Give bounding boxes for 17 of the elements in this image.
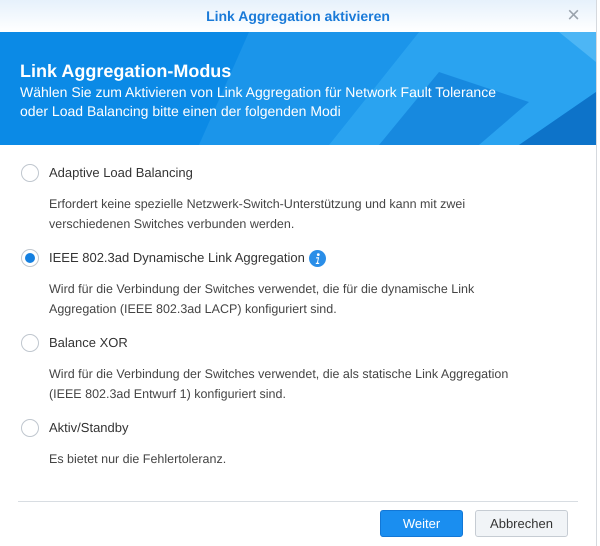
header-subtitle: Wählen Sie zum Aktivieren von Link Aggregation für Network Fault Tolerance oder Load Balancing bitte einen der folgenden Modi bbox=[20, 83, 497, 121]
option-label[interactable]: Aktiv/Standby bbox=[49, 418, 128, 438]
option-label[interactable]: Balance XOR bbox=[49, 333, 128, 353]
option-description: Es bietet nur die Fehlertoleranz. bbox=[49, 451, 228, 468]
radio-button[interactable] bbox=[21, 249, 39, 267]
radio-button[interactable] bbox=[21, 334, 39, 352]
info-icon[interactable] bbox=[308, 250, 326, 266]
radio-button[interactable] bbox=[21, 164, 39, 182]
option-description: Wird für die Verbindung der Switches verwendet, die für die dynamische Link Aggregation (IEEE 802.3ad LACP) konfiguriert sind. bbox=[49, 281, 476, 318]
header-title: Link Aggregation-Modus bbox=[20, 60, 232, 83]
option-label[interactable]: Adaptive Load Balancing bbox=[49, 163, 193, 183]
window-title: Link Aggregation aktivieren bbox=[206, 6, 390, 26]
cancel-button[interactable]: Abbrechen bbox=[475, 510, 568, 537]
radio-button[interactable] bbox=[21, 419, 39, 437]
option-description: Wird für die Verbindung der Switches verwendet, die als statische Link Aggregation (IEEE 802.3ad Entwurf 1) konfiguriert sind. bbox=[49, 366, 510, 403]
option-label[interactable]: IEEE 802.3ad Dynamische Link Aggregation bbox=[49, 248, 305, 268]
option-description: Erfordert keine spezielle Netzwerk-Switch-Unterstützung und kann mit zwei verschiedenen Switches verbunden werden. bbox=[49, 196, 466, 233]
